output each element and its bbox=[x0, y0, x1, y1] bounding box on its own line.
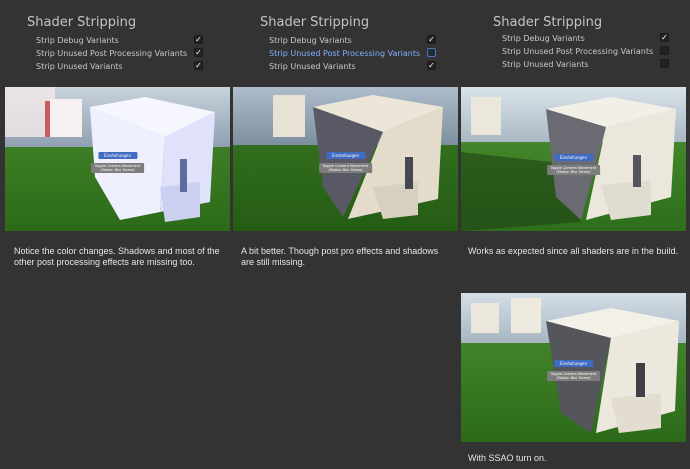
panel-title: Shader Stripping bbox=[493, 15, 603, 30]
option-label: Strip Unused Post Processing Variants bbox=[36, 49, 188, 58]
option-strip-unused-post-processing-variants: Strip Unused Post Processing Variants bbox=[502, 45, 672, 58]
scene-screenshot-2: Einstellungen Toggle Camera Movement (Mo… bbox=[233, 87, 458, 231]
scene-screenshot-4: Einstellungen Toggle Camera Movement (Mo… bbox=[461, 293, 686, 442]
option-label: Strip Unused Post Processing Variants bbox=[269, 49, 421, 58]
caption-3: Works as expected since all shaders are … bbox=[468, 246, 678, 256]
toggle-sublabel: (Motion Blur Demo) bbox=[100, 168, 135, 172]
checkbox-strip-unused-post-processing-variants[interactable] bbox=[660, 46, 669, 55]
toggle-camera-movement-button[interactable]: Toggle Camera Movement (Motion Blur Demo… bbox=[90, 163, 145, 173]
einstellungen-button[interactable]: Einstellungen bbox=[553, 154, 594, 161]
toggle-camera-movement-button[interactable]: Toggle Camera Movement (Motion Blur Demo… bbox=[546, 165, 601, 175]
option-strip-unused-variants: Strip Unused Variants ✓ bbox=[36, 60, 206, 73]
shader-stripping-panel-2: Shader Stripping Strip Debug Variants ✓ … bbox=[233, 0, 463, 80]
option-label: Strip Unused Variants bbox=[36, 62, 123, 71]
caption-1: Notice the color changes. Shadows and mo… bbox=[14, 246, 220, 267]
option-label: Strip Debug Variants bbox=[269, 36, 352, 45]
toggle-camera-movement-button[interactable]: Toggle Camera Movement (Motion Blur Demo… bbox=[318, 163, 373, 173]
option-strip-debug-variants: Strip Debug Variants ✓ bbox=[502, 32, 672, 45]
shader-stripping-panel-1: Shader Stripping Strip Debug Variants ✓ … bbox=[0, 0, 230, 80]
checkbox-strip-debug-variants[interactable]: ✓ bbox=[427, 35, 436, 44]
toggle-sublabel: (Motion Blur Demo) bbox=[556, 376, 591, 380]
option-label: Strip Debug Variants bbox=[36, 36, 119, 45]
option-label: Strip Unused Post Processing Variants bbox=[502, 47, 654, 56]
option-label: Strip Unused Variants bbox=[502, 60, 589, 69]
option-strip-unused-variants: Strip Unused Variants ✓ bbox=[269, 60, 439, 73]
scene-render bbox=[461, 293, 686, 442]
einstellungen-button[interactable]: Einstellungen bbox=[97, 152, 138, 159]
toggle-sublabel: (Motion Blur Demo) bbox=[328, 168, 363, 172]
caption-2: A bit better. Though post pro effects an… bbox=[241, 246, 439, 267]
scene-render bbox=[5, 87, 230, 231]
shader-stripping-panel-3: Shader Stripping Strip Debug Variants ✓ … bbox=[466, 0, 690, 80]
toggle-sublabel: (Motion Blur Demo) bbox=[556, 170, 591, 174]
option-label: Strip Unused Variants bbox=[269, 62, 356, 71]
toggle-camera-movement-button[interactable]: Toggle Camera Movement (Motion Blur Demo… bbox=[546, 371, 601, 381]
scene-render bbox=[233, 87, 458, 231]
option-label: Strip Debug Variants bbox=[502, 34, 585, 43]
checkbox-strip-unused-variants[interactable]: ✓ bbox=[427, 61, 436, 70]
option-strip-debug-variants: Strip Debug Variants ✓ bbox=[36, 34, 206, 47]
checkbox-strip-debug-variants[interactable]: ✓ bbox=[194, 35, 203, 44]
einstellungen-button[interactable]: Einstellungen bbox=[325, 152, 366, 159]
checkbox-strip-unused-variants[interactable]: ✓ bbox=[194, 61, 203, 70]
scene-screenshot-3: Einstellungen Toggle Camera Movement (Mo… bbox=[461, 87, 686, 231]
einstellungen-button[interactable]: Einstellungen bbox=[553, 360, 594, 367]
checkbox-strip-unused-post-processing-variants[interactable]: ✓ bbox=[194, 48, 203, 57]
checkbox-strip-unused-post-processing-variants[interactable] bbox=[427, 48, 436, 57]
option-strip-unused-post-processing-variants: Strip Unused Post Processing Variants ✓ bbox=[36, 47, 206, 60]
panel-title: Shader Stripping bbox=[27, 15, 137, 30]
caption-4: With SSAO turn on. bbox=[468, 453, 547, 463]
option-strip-debug-variants: Strip Debug Variants ✓ bbox=[269, 34, 439, 47]
option-strip-unused-variants: Strip Unused Variants bbox=[502, 58, 672, 71]
checkbox-strip-unused-variants[interactable] bbox=[660, 59, 669, 68]
scene-screenshot-1: Einstellungen Toggle Camera Movement (Mo… bbox=[5, 87, 230, 231]
option-strip-unused-post-processing-variants: Strip Unused Post Processing Variants bbox=[269, 47, 439, 60]
panel-title: Shader Stripping bbox=[260, 15, 370, 30]
checkbox-strip-debug-variants[interactable]: ✓ bbox=[660, 33, 669, 42]
